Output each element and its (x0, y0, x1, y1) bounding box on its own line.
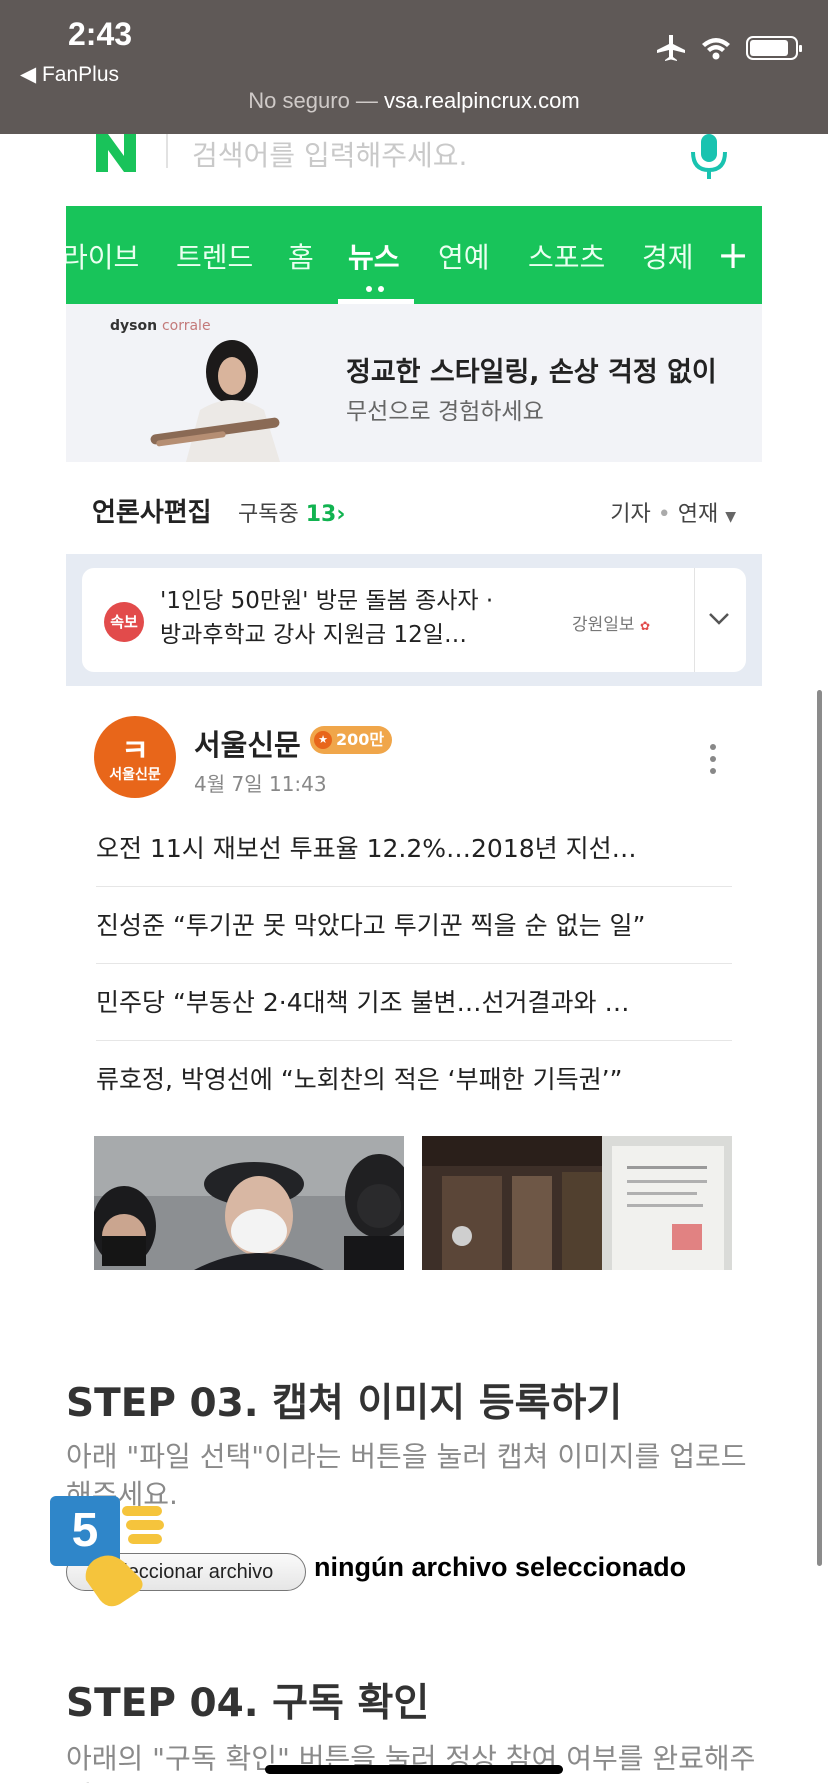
chevron-down-icon[interactable] (702, 598, 736, 638)
file-status-text: ningún archivo seleccionado (314, 1552, 687, 1582)
news-headline[interactable]: 류호정, 박영선에 “노회찬의 적은 ‘부패한 기득권’” (96, 1041, 732, 1118)
airplane-icon (657, 35, 685, 61)
subscribed-count: 13 (305, 502, 337, 527)
breaking-divider (694, 568, 695, 672)
press-edit-header: 언론사편집 구독중 13› 기자 • 연재 ▼ (66, 462, 762, 554)
news-headline[interactable]: 오전 11시 재보선 투표율 12.2%…2018년 지선… (96, 810, 732, 887)
breaking-badge: 속보 (104, 602, 144, 642)
status-time: 2:43 (68, 16, 133, 52)
scrollbar[interactable] (817, 690, 822, 1566)
battery-icon (746, 36, 802, 60)
tab-entertainment[interactable]: 연예 (438, 236, 490, 276)
news-thumbnail-people[interactable] (94, 1136, 404, 1270)
ad-model-image (150, 340, 280, 462)
more-options-icon[interactable] (710, 744, 716, 780)
tab-news-dots (366, 286, 384, 292)
naver-logo-icon[interactable] (92, 134, 140, 174)
news-thumbnail-building[interactable] (422, 1136, 732, 1270)
url-host: vsa.realpincrux.com (384, 88, 580, 113)
back-to-app-link[interactable]: ◀ FanPlus (20, 62, 119, 87)
search-divider (166, 134, 168, 168)
search-input[interactable]: 검색어를 입력해주세요. (192, 134, 467, 174)
ad-banner[interactable]: dyson corrale 정교한 스타일링, 손상 걱정 없이 무선으로 경험… (66, 304, 762, 462)
breaking-news-section: 속보 '1인당 50만원' 방문 돌봄 종사자 · 방과후학교 강사 지원금 1… (66, 554, 762, 686)
browser-top-bar: 2:43 ◀ FanPlus No seguro — vsa.realpincr… (0, 0, 828, 134)
ad-brand: dyson corrale (110, 318, 211, 334)
tab-live[interactable]: 라이브 (66, 236, 139, 276)
publish-date: 4월 7일 11:43 (194, 772, 327, 796)
breaking-headline[interactable]: '1인당 50만원' 방문 돌봄 종사자 · 방과후학교 강사 지원금 12일… (160, 584, 520, 652)
status-icons (656, 34, 802, 62)
subscriber-badge: ★ 200만 (310, 726, 393, 754)
press-news-card: ㅋ 서울신문 서울신문 ★ 200만 4월 7일 11:43 오전 11시 재보… (66, 686, 762, 1270)
tab-economy[interactable]: 경제 (642, 236, 694, 276)
publisher-name[interactable]: 서울신문 (194, 722, 301, 764)
wifi-icon (702, 38, 730, 60)
tab-trend[interactable]: 트렌드 (176, 236, 253, 276)
breaking-news-card[interactable]: 속보 '1인당 50만원' 방문 돌봄 종사자 · 방과후학교 강사 지원금 1… (82, 568, 746, 672)
subscribed-link[interactable]: 구독중 13› (238, 496, 345, 528)
breaking-source: 강원일보 ✿ (572, 615, 651, 635)
star-icon: ★ (314, 731, 332, 749)
chevron-right-icon: › (336, 502, 346, 527)
pointing-hand-icon (85, 1506, 164, 1607)
url-insecure-label: No seguro — (248, 88, 378, 113)
press-edit-title: 언론사편집 (92, 498, 212, 528)
step4-title: STEP 04. 구독 확인 (66, 1681, 430, 1726)
news-headline[interactable]: 민주당 “부동산 2·4대책 기조 불변…선거결과와 … (96, 964, 732, 1041)
step3-title: STEP 03. 캡쳐 이미지 등록하기 (66, 1381, 623, 1426)
tab-news[interactable]: 뉴스 (348, 236, 400, 276)
reporter-series-filter[interactable]: 기자 • 연재 ▼ (610, 496, 736, 528)
news-headline[interactable]: 진성준 “투기꾼 못 막았다고 투기꾼 찍을 순 없는 일” (96, 887, 732, 964)
dropdown-arrow-icon: ▼ (725, 509, 736, 525)
ad-title: 정교한 스타일링, 손상 걱정 없이 (346, 357, 717, 388)
home-indicator[interactable] (265, 1765, 563, 1774)
mic-icon[interactable] (684, 134, 734, 180)
step4-description: 아래의 "구독 확인" 버튼을 눌러 정상 참여 여부를 완료해주세요. (66, 1742, 756, 1783)
publisher-logo[interactable]: ㅋ 서울신문 (94, 716, 176, 798)
tab-home[interactable]: 홈 (288, 236, 314, 276)
nav-tabs: 라이브 트렌드 홈 뉴스 연예 스포츠 경제 + (66, 206, 762, 304)
url-bar[interactable]: No seguro — vsa.realpincrux.com (0, 88, 828, 114)
ad-subtitle: 무선으로 경험하세요 (346, 399, 544, 425)
source-logo-icon: ✿ (639, 619, 651, 633)
search-bar: 검색어를 입력해주세요. (0, 134, 828, 206)
add-tab-button[interactable]: + (704, 216, 762, 294)
tab-sports[interactable]: 스포츠 (528, 236, 605, 276)
